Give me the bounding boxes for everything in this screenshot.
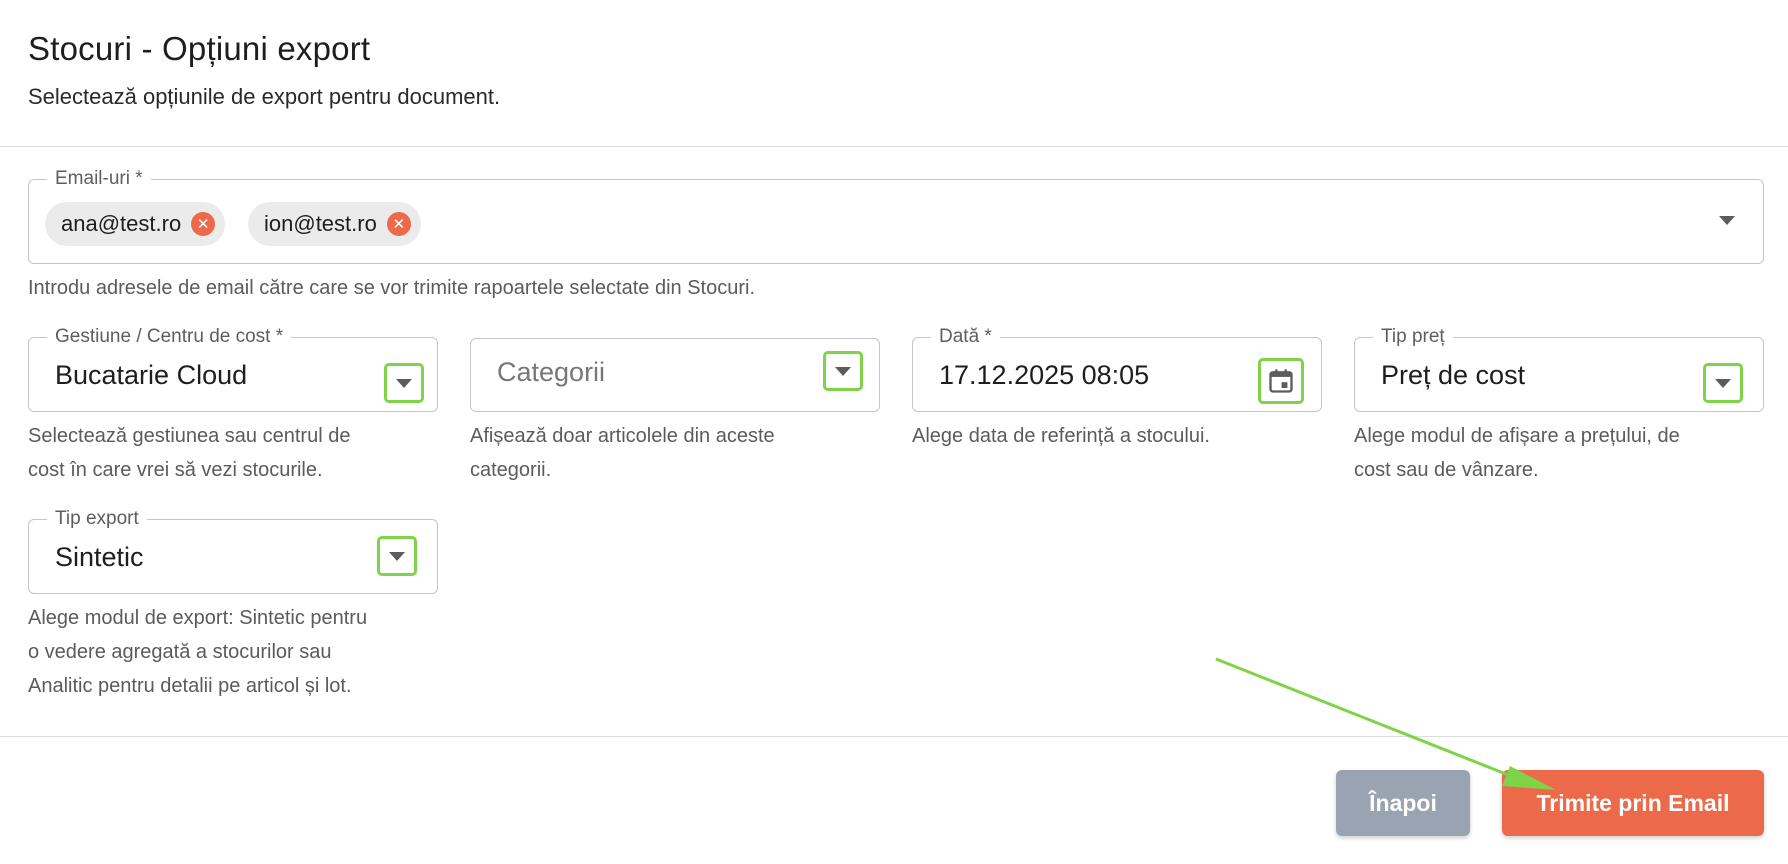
- tip-pret-value: Preț de cost: [1381, 360, 1526, 390]
- date-helper: Alege data de referință a stocului.: [912, 425, 1210, 447]
- email-field[interactable]: Email-uri * ana@test.ro ✕ ion@test.ro ✕: [28, 168, 1764, 264]
- gestiune-select[interactable]: Gestiune / Centru de cost * Bucatarie Cl…: [28, 326, 438, 412]
- caret-down-icon[interactable]: [1719, 216, 1735, 225]
- close-circle-icon[interactable]: ✕: [386, 212, 411, 236]
- tip-export-select[interactable]: Tip export Sintetic: [28, 508, 438, 594]
- tip-export-helper: Alege modul de export: Sintetic pentru o…: [28, 607, 368, 697]
- email-chip-label: ana@test.ro: [61, 211, 182, 236]
- gestiune-label: Gestiune / Centru de cost *: [55, 326, 284, 347]
- email-chip[interactable]: ana@test.ro ✕: [45, 202, 226, 246]
- email-field-label: Email-uri *: [55, 168, 143, 189]
- close-circle-icon[interactable]: ✕: [191, 212, 216, 236]
- calendar-icon[interactable]: [1258, 358, 1304, 404]
- page-subtitle: Selectează opțiunile de export pentru do…: [28, 84, 501, 109]
- page-header: Stocuri - Opțiuni export Selectează opți…: [28, 30, 500, 110]
- tip-pret-helper: Alege modul de afișare a prețului, de co…: [1354, 425, 1680, 481]
- gestiune-value: Bucatarie Cloud: [55, 360, 248, 390]
- header-divider: [0, 146, 1788, 147]
- chevron-down-icon[interactable]: [1703, 363, 1743, 403]
- date-picker-field[interactable]: Dată * 17.12.2025 08:05: [912, 326, 1322, 412]
- back-button[interactable]: Înapoi: [1336, 770, 1470, 836]
- chevron-down-icon[interactable]: [823, 351, 863, 391]
- gestiune-helper: Selectează gestiunea sau centrul de cost…: [28, 425, 351, 481]
- chevron-down-icon[interactable]: [384, 363, 424, 403]
- categorii-placeholder: Categorii: [497, 357, 606, 387]
- send-email-button[interactable]: Trimite prin Email: [1502, 770, 1764, 836]
- date-value: 17.12.2025 08:05: [939, 360, 1150, 390]
- tip-pret-select[interactable]: Tip preț Preț de cost: [1354, 326, 1764, 412]
- tip-export-label: Tip export: [55, 508, 139, 529]
- categorii-helper: Afișează doar articolele din aceste cate…: [470, 425, 775, 481]
- email-chip[interactable]: ion@test.ro ✕: [248, 202, 421, 246]
- tip-pret-label: Tip preț: [1381, 326, 1445, 347]
- footer-divider: [0, 736, 1788, 737]
- date-label: Dată *: [939, 326, 992, 347]
- chevron-down-icon[interactable]: [377, 536, 417, 576]
- email-chip-label: ion@test.ro: [264, 211, 377, 236]
- email-helper: Introdu adresele de email către care se …: [28, 277, 756, 299]
- tip-export-value: Sintetic: [55, 542, 144, 572]
- categorii-select[interactable]: Categorii: [470, 338, 880, 412]
- page-title: Stocuri - Opțiuni export: [28, 30, 371, 67]
